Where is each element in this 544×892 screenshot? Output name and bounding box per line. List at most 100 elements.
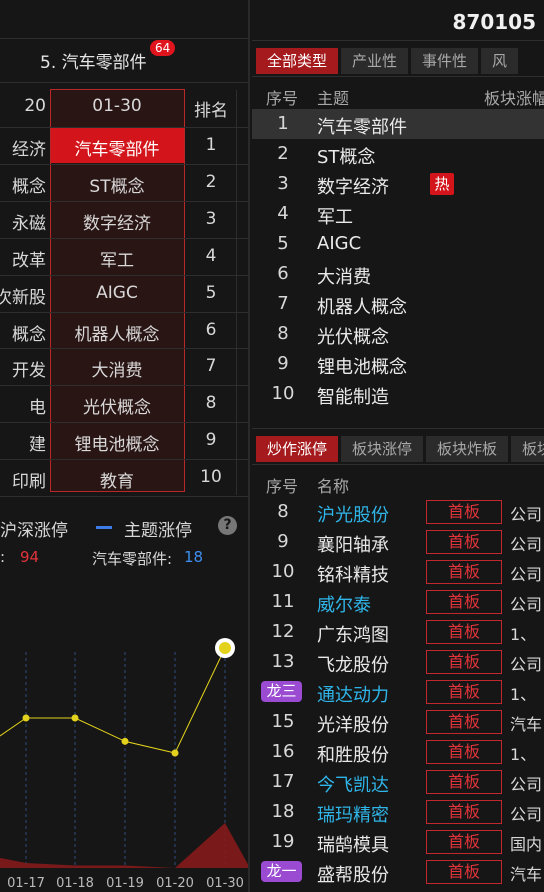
tab-theme-type[interactable]: 风 [481,48,519,74]
stock-name[interactable]: 盛帮股份 [317,861,389,887]
stock-row[interactable]: 9 襄阳轴承 首板 公司 [252,527,544,557]
board-badge: 首板 [426,680,502,704]
row-current-theme[interactable]: 教育 [51,467,183,492]
stock-name[interactable]: 铭科精技 [317,561,389,587]
row-prev-theme[interactable]: 概念 [0,172,46,197]
theme-row[interactable]: 4 军工 [252,199,544,229]
theme-row-name: 锂电池概念 [317,357,407,378]
theme-row-name: 军工 [317,207,353,228]
board-badge: 首板 [426,500,502,524]
tab-theme-type[interactable]: 产业性 [341,48,409,74]
theme-row-no: 2 [277,143,289,164]
limit-up-chart: 01-17 01-18 01-19 01-20 01-30 [0,638,248,891]
stock-row[interactable]: 8 沪光股份 首板 公司 [252,497,544,527]
stock-header-no: 序号 [266,477,299,496]
divider [0,459,248,461]
theme-row[interactable]: 2 ST概念 [252,139,544,169]
hot-badge: 热 [430,173,454,195]
stock-name[interactable]: 广东鸿图 [317,621,389,647]
board-badge: 首板 [426,830,502,854]
stock-name[interactable]: 通达动力 [317,681,389,707]
row-current-theme[interactable]: AIGC [51,283,183,303]
theme-row-name: 机器人概念 [317,297,407,318]
divider [0,385,248,387]
stock-row-no: 9 [277,531,289,552]
theme-row[interactable]: 5 AIGC [252,229,544,259]
row-prev-theme[interactable]: 次新股 [0,283,46,308]
stock-row[interactable]: 10 铭科精技 首板 公司 [252,557,544,587]
stock-row-no: 11 [271,591,295,612]
stock-row[interactable]: 11 威尔泰 首板 公司 [252,587,544,617]
row-prev-theme[interactable]: 永磁 [0,209,46,234]
theme-row[interactable]: 3 数字经济 热 [252,169,544,199]
stock-name[interactable]: 瑞玛精密 [317,801,389,827]
row-rank: 9 [205,430,217,451]
left-panel: 5. 汽车零部件 64 20 01-30 排名 经济 汽车零部件 1 概念 ST概念 2 永… [0,0,250,892]
tab-theme-type[interactable]: 全部类型 [256,48,339,74]
theme-row[interactable]: 1 汽车零部件 [252,109,544,139]
theme-row[interactable]: 6 大消费 [252,259,544,289]
row-rank: 8 [205,393,217,414]
row-prev-theme[interactable]: 改革 [0,246,46,271]
theme-row-name: 数字经济 [317,177,389,198]
theme-row[interactable]: 8 光伏概念 [252,319,544,349]
theme-row[interactable]: 9 锂电池概念 [252,349,544,379]
divider [0,163,248,165]
row-prev-theme[interactable]: 建 [0,430,46,455]
theme-row[interactable]: 7 机器人概念 [252,289,544,319]
stock-row[interactable]: 12 广东鸿图 首板 1、 [252,617,544,647]
column-header-prev-date[interactable]: 20 [0,96,46,116]
row-current-theme[interactable]: 军工 [51,246,183,271]
sector-count-badge: 64 [150,40,176,56]
stock-row[interactable]: 17 今飞凯达 首板 公司 [252,767,544,797]
row-prev-theme[interactable]: 开发 [0,356,46,381]
stock-name[interactable]: 威尔泰 [317,591,371,617]
row-current-theme[interactable]: 数字经济 [51,209,183,234]
row-current-theme[interactable]: 机器人概念 [51,320,183,345]
row-prev-theme[interactable]: 印刷 [0,467,46,492]
stock-name[interactable]: 光洋股份 [317,711,389,737]
tab-stock-list[interactable]: 板块 [511,436,544,462]
theme-row-name: 智能制造 [317,387,389,408]
theme-header-pct[interactable]: 板块涨幅 [484,85,544,109]
row-prev-theme[interactable]: 经济 [0,135,46,160]
data-point [71,714,79,722]
stat-theme-label: 汽车零部件: [92,550,173,568]
stock-row[interactable]: 15 光洋股份 首板 汽车 [252,707,544,737]
stock-name[interactable]: 沪光股份 [317,501,389,527]
stock-name[interactable]: 瑞鹄模具 [317,831,389,857]
row-prev-theme[interactable]: 电 [0,393,46,418]
tab-stock-list[interactable]: 板块炸板 [426,436,509,462]
theme-row-name: 光伏概念 [317,327,389,348]
row-current-theme[interactable]: 大消费 [51,356,183,381]
row-current-theme[interactable]: 光伏概念 [51,393,183,418]
stock-row[interactable]: 13 飞龙股份 首板 公司 [252,647,544,677]
stock-name[interactable]: 和胜股份 [317,741,389,767]
theme-row-name: ST概念 [317,147,376,168]
stock-name[interactable]: 今飞凯达 [317,771,389,797]
row-prev-theme[interactable]: 概念 [0,320,46,345]
tab-stock-list[interactable]: 板块涨停 [341,436,424,462]
limit-up-reason: 公司 [510,775,543,794]
row-current-theme[interactable]: 锂电池概念 [51,430,183,455]
row-current-theme[interactable]: 汽车零部件 [51,135,183,160]
stock-name[interactable]: 飞龙股份 [317,651,389,677]
stock-name[interactable]: 襄阳轴承 [317,531,389,557]
limit-up-reason: 汽车 [510,715,543,734]
stock-row[interactable]: 16 和胜股份 首板 1、 [252,737,544,767]
legend-theme-limit-up: 主题涨停 [124,521,192,541]
row-rank: 2 [205,171,217,192]
stock-row[interactable]: 龙一 盛帮股份 首板 汽车 [252,857,544,887]
tab-stock-list[interactable]: 炒作涨停 [256,436,339,462]
divider [0,422,248,424]
divider [0,311,248,313]
row-current-theme[interactable]: ST概念 [51,172,183,197]
theme-row[interactable]: 10 智能制造 [252,379,544,409]
tab-theme-type[interactable]: 事件性 [411,48,479,74]
stock-row[interactable]: 龙三 通达动力 首板 1、 [252,677,544,707]
limit-up-reason: 汽车 [510,865,543,884]
stock-row[interactable]: 18 瑞玛精密 首板 公司 [252,797,544,827]
help-icon[interactable]: ? [218,516,237,535]
stock-row[interactable]: 19 瑞鹄模具 首板 国内 [252,827,544,857]
column-header-date[interactable]: 01-30 [51,96,183,116]
